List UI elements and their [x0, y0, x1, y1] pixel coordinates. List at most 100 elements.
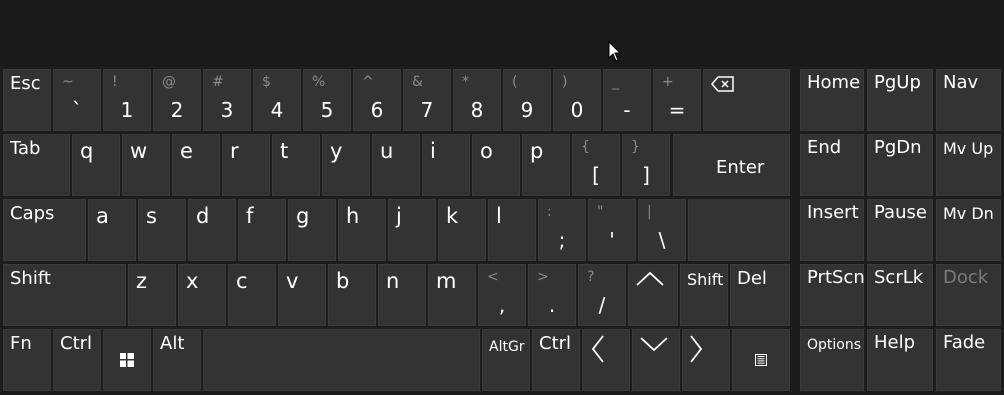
backspace-key[interactable]: [703, 69, 790, 131]
caps-key-label: Caps: [10, 203, 55, 224]
alt-key[interactable]: Alt: [153, 329, 201, 391]
primary-symbol: 5: [320, 98, 334, 122]
chevron-left-icon: [591, 335, 604, 363]
fn-key[interactable]: Fn: [3, 329, 51, 391]
number-key[interactable]: #3: [203, 69, 251, 131]
nav-key[interactable]: Nav: [936, 69, 1001, 131]
number-key[interactable]: * 8: [453, 69, 501, 131]
arrow-up-key[interactable]: [628, 264, 678, 326]
letter-key[interactable]: c: [228, 264, 276, 326]
enter-key-lower[interactable]: [688, 199, 790, 261]
esc-key[interactable]: Esc: [3, 69, 51, 131]
nav-key[interactable]: Home: [800, 69, 864, 131]
windows-key[interactable]: [103, 329, 151, 391]
punctuation-key[interactable]: <,: [478, 264, 526, 326]
number-key[interactable]: ! 1: [103, 69, 151, 131]
letter-key[interactable]: q: [72, 134, 120, 196]
nav-key[interactable]: Help: [867, 329, 933, 391]
number-key[interactable]: ) 0: [553, 69, 601, 131]
nav-key[interactable]: PgDn: [867, 134, 933, 196]
letter-key[interactable]: u: [372, 134, 420, 196]
letter-key[interactable]: z: [128, 264, 176, 326]
letter-key[interactable]: h: [338, 199, 386, 261]
number-key[interactable]: _ -: [603, 69, 651, 131]
letter-key[interactable]: f: [238, 199, 286, 261]
primary-symbol: ;: [558, 228, 566, 252]
punctuation-key[interactable]: | \: [638, 199, 686, 261]
nav-key[interactable]: Mv Up: [936, 134, 1001, 196]
number-key[interactable]: (9: [503, 69, 551, 131]
arrow-right-key[interactable]: [682, 329, 730, 391]
nav-key[interactable]: Insert: [800, 199, 864, 261]
ctrl-left-key[interactable]: Ctrl: [53, 329, 101, 391]
shift-right-key[interactable]: Shift: [680, 264, 728, 326]
nav-key[interactable]: Mv Dn: [936, 199, 1001, 261]
shift-symbol: >: [537, 269, 549, 285]
number-key[interactable]: @2: [153, 69, 201, 131]
nav-key-label: PgUp: [874, 72, 921, 93]
nav-key[interactable]: Options: [800, 329, 864, 391]
letter-key[interactable]: n: [378, 264, 426, 326]
nav-key-label: Help: [874, 332, 916, 353]
number-key[interactable]: % 5: [303, 69, 351, 131]
shift-left-key-label: Shift: [10, 268, 51, 289]
punctuation-key[interactable]: " ': [588, 199, 636, 261]
ctrl-right-key-label: Ctrl: [539, 333, 572, 354]
letter-key[interactable]: o: [472, 134, 520, 196]
bracket-key[interactable]: }]: [622, 134, 670, 196]
caps-key[interactable]: Caps: [3, 199, 86, 261]
tab-key[interactable]: Tab: [3, 134, 70, 196]
letter-key[interactable]: x: [178, 264, 226, 326]
arrow-down-key[interactable]: [632, 329, 680, 391]
del-key[interactable]: Del: [730, 264, 790, 326]
letter-key[interactable]: m: [428, 264, 476, 326]
letter-key[interactable]: g: [288, 199, 336, 261]
letter-key[interactable]: p: [522, 134, 570, 196]
letter-key[interactable]: r: [222, 134, 270, 196]
bracket-key[interactable]: {[: [572, 134, 620, 196]
nav-key[interactable]: PrtScn: [800, 264, 865, 326]
number-key[interactable]: + =: [653, 69, 701, 131]
letter-key[interactable]: t: [272, 134, 320, 196]
letter-key[interactable]: d: [188, 199, 236, 261]
space-key[interactable]: [203, 329, 480, 391]
letter-key-label: n: [386, 269, 400, 293]
nav-key[interactable]: Pause: [867, 199, 933, 261]
letter-key[interactable]: s: [138, 199, 186, 261]
nav-key[interactable]: PgUp: [867, 69, 933, 131]
arrow-left-key[interactable]: [582, 329, 630, 391]
punctuation-key[interactable]: ? /: [578, 264, 626, 326]
punctuation-key[interactable]: >.: [528, 264, 576, 326]
letter-key[interactable]: y: [322, 134, 370, 196]
letter-key[interactable]: a: [88, 199, 136, 261]
nav-key[interactable]: ScrLk: [867, 264, 933, 326]
letter-key[interactable]: i: [422, 134, 470, 196]
shift-symbol: +: [662, 74, 674, 90]
number-key[interactable]: ~ `: [53, 69, 101, 131]
letter-key[interactable]: l: [488, 199, 536, 261]
primary-symbol: `: [72, 98, 82, 122]
altgr-key[interactable]: AltGr: [482, 329, 530, 391]
letter-key-label: k: [446, 204, 459, 228]
number-key[interactable]: ^ 6: [353, 69, 401, 131]
shift-left-key[interactable]: Shift: [3, 264, 126, 326]
letter-key[interactable]: v: [278, 264, 326, 326]
letter-key[interactable]: e: [172, 134, 220, 196]
primary-symbol: -: [623, 98, 631, 122]
nav-key-label: Nav: [943, 72, 979, 93]
letter-key[interactable]: w: [122, 134, 170, 196]
letter-key-label: u: [380, 139, 394, 163]
menu-key[interactable]: [732, 329, 790, 391]
letter-key[interactable]: k: [438, 199, 486, 261]
del-key-label: Del: [737, 268, 767, 289]
chevron-right-icon: [690, 335, 703, 363]
enter-key[interactable]: Enter: [673, 134, 790, 196]
nav-key[interactable]: Fade: [936, 329, 1001, 391]
number-key[interactable]: $4: [253, 69, 301, 131]
letter-key[interactable]: b: [328, 264, 376, 326]
number-key[interactable]: & 7: [403, 69, 451, 131]
letter-key[interactable]: j: [388, 199, 436, 261]
ctrl-right-key[interactable]: Ctrl: [532, 329, 580, 391]
nav-key[interactable]: End: [800, 134, 864, 196]
punctuation-key[interactable]: :;: [538, 199, 586, 261]
